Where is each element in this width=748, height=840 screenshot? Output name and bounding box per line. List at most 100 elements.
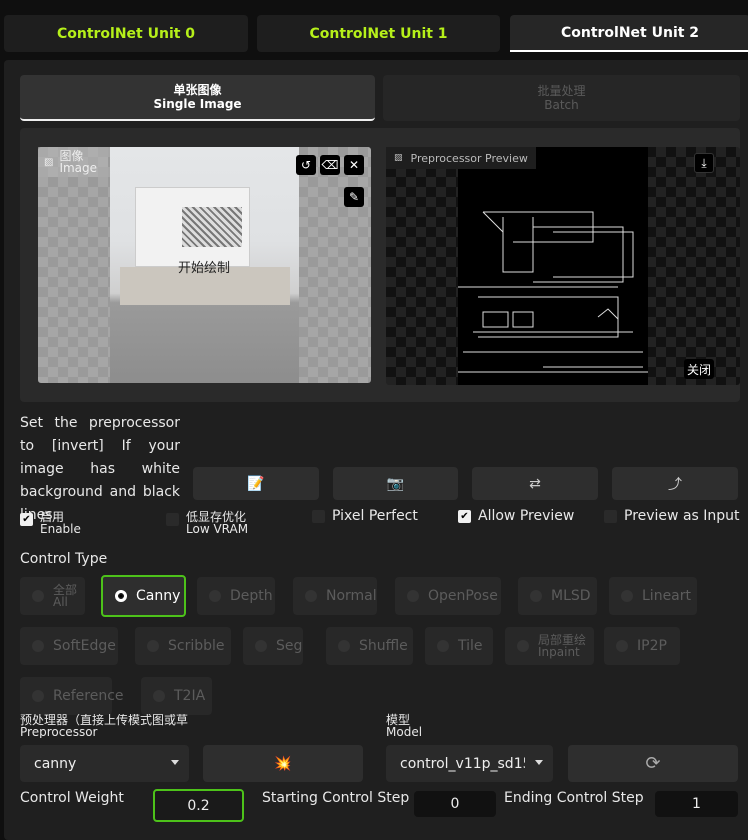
image-icon: ▨ <box>44 156 54 168</box>
preview-as-input-checkbox[interactable]: Preview as Input <box>604 508 740 524</box>
radio-tile[interactable]: Tile <box>425 627 493 665</box>
subtab-label-en: Single Image <box>153 97 242 111</box>
checkbox-unchecked[interactable] <box>604 510 617 523</box>
radio-depth[interactable]: Depth <box>197 577 275 615</box>
control-weight-input[interactable]: 0.2 <box>153 789 244 822</box>
radio-softedge[interactable]: SoftEdge <box>20 627 118 665</box>
radio-dot[interactable] <box>616 640 628 652</box>
camera-button[interactable]: 📷 <box>333 467 458 500</box>
edit-button[interactable]: 📝 <box>193 467 319 500</box>
run-preprocessor-button[interactable]: 💥 <box>203 745 363 782</box>
subtab-single-image[interactable]: 单张图像 Single Image <box>20 75 375 121</box>
normal-label: Normal <box>326 588 377 604</box>
ending-step-value: 1 <box>692 796 701 812</box>
radio-dot[interactable] <box>517 640 529 652</box>
refresh-icon: ⟳ <box>645 753 661 774</box>
radio-canny[interactable]: Canny <box>101 575 186 617</box>
radio-inpaint[interactable]: 局部重绘 Inpaint <box>505 627 594 665</box>
checkbox-unchecked[interactable] <box>166 513 179 526</box>
t2ia-label: T2IA <box>174 688 206 704</box>
enable-checkbox[interactable]: ✔ 启用 Enable <box>20 511 81 535</box>
radio-dot[interactable] <box>407 590 419 602</box>
eraser-icon[interactable]: ⌫ <box>320 155 340 175</box>
tab-controlnet-unit-2[interactable]: ControlNet Unit 2 <box>510 15 748 52</box>
lineart-label: Lineart <box>642 588 691 604</box>
radio-openpose[interactable]: OpenPose <box>395 577 501 615</box>
preprocessor-label-en: Preprocessor <box>20 725 98 738</box>
close-preview-button[interactable]: 关闭 <box>684 359 714 379</box>
radio-dot[interactable] <box>621 590 633 602</box>
model-dropdown[interactable]: control_v11p_sd15_c <box>386 745 553 782</box>
ip2p-label: IP2P <box>637 638 667 654</box>
refresh-models-button[interactable]: ⟳ <box>568 745 738 782</box>
radio-dot[interactable] <box>147 640 159 652</box>
radio-dot[interactable] <box>209 590 221 602</box>
tab-controlnet-unit-0[interactable]: ControlNet Unit 0 <box>4 15 248 52</box>
model-label-en: Model <box>386 725 423 739</box>
download-icon[interactable]: ⤓ <box>694 153 714 173</box>
checkbox-checked[interactable]: ✔ <box>458 510 471 523</box>
subtab-batch[interactable]: 批量处理 Batch <box>383 75 740 121</box>
tab-controlnet-unit-1[interactable]: ControlNet Unit 1 <box>257 15 500 52</box>
ending-step-label: Ending Control Step <box>504 790 644 806</box>
edge-lines <box>458 211 648 373</box>
camera-icon: 📷 <box>386 475 405 492</box>
reference-label: Reference <box>53 688 124 704</box>
start-drawing-text[interactable]: 开始绘制 <box>178 257 230 276</box>
radio-all[interactable]: 全部 All <box>20 577 85 615</box>
radio-dot[interactable] <box>305 590 317 602</box>
scribble-label: Scribble <box>168 638 225 654</box>
radio-dot-selected[interactable] <box>115 590 127 602</box>
preview-label: ▨ Preprocessor Preview <box>386 147 536 169</box>
image-label-en: Image <box>59 161 98 175</box>
preprocessor-value: canny <box>34 755 77 772</box>
pixel-perfect-label: Pixel Perfect <box>332 508 418 524</box>
swap-icon: ⇄ <box>529 475 541 492</box>
radio-scribble[interactable]: Scribble <box>135 627 231 665</box>
radio-t2ia[interactable]: T2IA <box>141 677 212 715</box>
ending-step-input[interactable]: 1 <box>655 791 738 817</box>
radio-ip2p[interactable]: IP2P <box>604 627 680 665</box>
radio-normal[interactable]: Normal <box>293 577 377 615</box>
radio-dot[interactable] <box>153 690 165 702</box>
undo-icon[interactable]: ↺ <box>296 155 316 175</box>
low-vram-checkbox[interactable]: 低显存优化 Low VRAM <box>166 511 248 535</box>
radio-shuffle[interactable]: Shuffle <box>326 627 413 665</box>
allow-preview-checkbox[interactable]: ✔ Allow Preview <box>458 508 574 524</box>
starting-step-input[interactable]: 0 <box>414 791 496 817</box>
radio-dot[interactable] <box>530 590 542 602</box>
subtab-label-en: Batch <box>544 98 579 112</box>
image-canvas[interactable]: ▨ 图像 Image 开始绘制 ↺ ⌫ ✕ ✎ <box>38 147 371 383</box>
radio-lineart[interactable]: Lineart <box>609 577 697 615</box>
preprocessor-preview: ▨ Preprocessor Preview ⤓ 关闭 <box>386 147 740 385</box>
radio-dot[interactable] <box>338 640 350 652</box>
chevron-down-icon <box>171 760 179 765</box>
checkbox-checked[interactable]: ✔ <box>20 513 33 526</box>
swap-button[interactable]: ⇄ <box>472 467 598 500</box>
chevron-down-icon <box>535 760 543 765</box>
pixel-perfect-checkbox[interactable]: Pixel Perfect <box>312 508 418 524</box>
preprocessor-dropdown[interactable]: canny <box>20 745 189 782</box>
close-icon[interactable]: ✕ <box>344 155 364 175</box>
preview-label-text: Preprocessor Preview <box>410 151 528 165</box>
openpose-label: OpenPose <box>428 588 498 604</box>
canny-edge-map <box>458 147 648 385</box>
softedge-label: SoftEdge <box>53 638 116 654</box>
radio-mlsd[interactable]: MLSD <box>518 577 597 615</box>
brush-icon[interactable]: ✎ <box>344 187 364 207</box>
radio-dot[interactable] <box>255 640 267 652</box>
model-label: 模型 Model <box>386 714 422 738</box>
radio-reference[interactable]: Reference <box>20 677 124 715</box>
radio-seg[interactable]: Seg <box>243 627 303 665</box>
radio-dot[interactable] <box>32 590 44 602</box>
control-weight-label: Control Weight <box>20 790 124 806</box>
subtab-label-zh: 批量处理 <box>537 84 586 98</box>
radio-dot[interactable] <box>32 640 44 652</box>
send-dimensions-button[interactable]: ⤴ <box>612 467 738 500</box>
checkbox-unchecked[interactable] <box>312 510 325 523</box>
mlsd-label: MLSD <box>551 588 591 604</box>
preview-as-input-label: Preview as Input <box>624 508 740 524</box>
radio-dot[interactable] <box>32 690 44 702</box>
tile-label: Tile <box>458 638 483 654</box>
radio-dot[interactable] <box>437 640 449 652</box>
